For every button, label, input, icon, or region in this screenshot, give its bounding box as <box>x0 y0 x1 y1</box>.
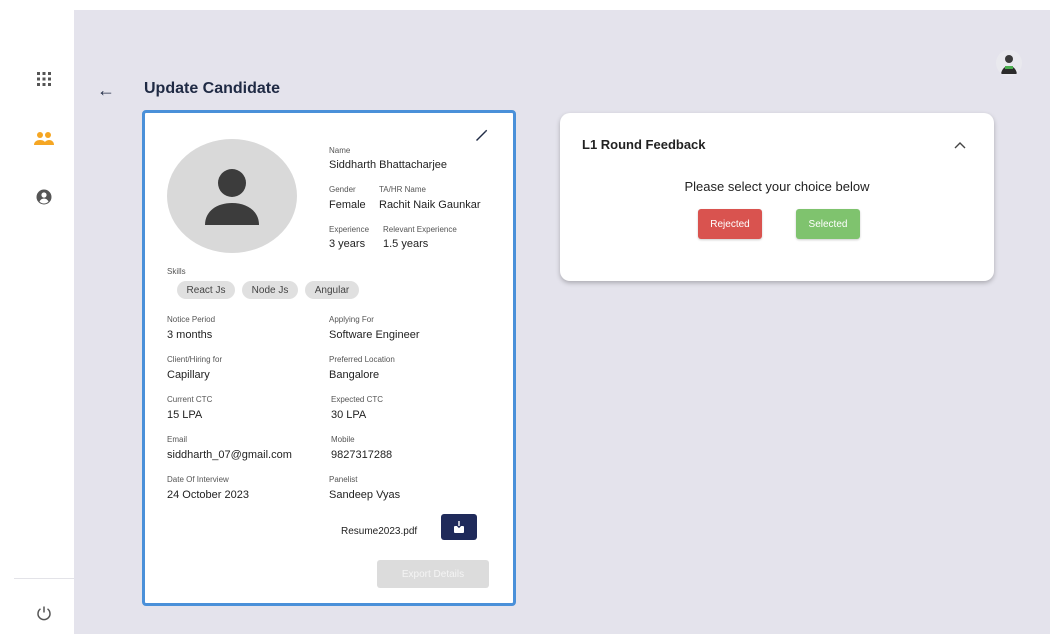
sidebar <box>14 10 74 634</box>
power-icon[interactable] <box>14 598 74 628</box>
mobile-value: 9827317288 <box>331 449 393 461</box>
download-resume-button[interactable] <box>441 514 477 540</box>
notice-period-value: 3 months <box>167 329 213 341</box>
gender-value: Female <box>329 199 366 211</box>
export-details-button[interactable]: Export Details <box>377 560 489 588</box>
client-value: Capillary <box>167 369 210 381</box>
date-of-interview-value: 24 October 2023 <box>167 489 249 501</box>
ta-label: TA/HR Name <box>379 185 426 194</box>
expected-ctc-value: 30 LPA <box>331 409 367 421</box>
panelist-value: Sandeep Vyas <box>329 489 401 501</box>
feedback-prompt: Please select your choice below <box>684 179 870 194</box>
main-content: ← Update Candidate Name Siddharth Bhatta… <box>74 10 1050 634</box>
applying-for-value: Software Engineer <box>329 329 420 341</box>
preferred-location-label: Preferred Location <box>329 355 395 364</box>
name-label: Name <box>329 146 351 155</box>
people-icon[interactable] <box>14 124 74 154</box>
feedback-title: L1 Round Feedback <box>582 137 706 152</box>
selected-button[interactable]: Selected <box>796 209 860 239</box>
notice-period-label: Notice Period <box>167 315 216 324</box>
ta-value: Rachit Naik Gaunkar <box>379 199 481 211</box>
sidebar-divider <box>14 578 74 579</box>
name-value: Siddharth Bhattacharjee <box>329 159 448 171</box>
skill-chip: Node Js <box>242 281 298 299</box>
rejected-button[interactable]: Rejected <box>698 209 762 239</box>
relevant-experience-label: Relevant Experience <box>383 225 457 234</box>
feedback-card: L1 Round Feedback Please select your cho… <box>560 113 994 281</box>
gender-label: Gender <box>329 185 356 194</box>
experience-value: 3 years <box>329 238 366 250</box>
skill-chip: Angular <box>305 281 359 299</box>
relevant-experience-value: 1.5 years <box>383 238 429 250</box>
back-arrow-icon[interactable]: ← <box>96 80 116 100</box>
skills-label: Skills <box>167 267 186 276</box>
email-label: Email <box>167 435 188 444</box>
preferred-location-value: Bangalore <box>329 369 380 381</box>
mobile-label: Mobile <box>331 435 355 444</box>
skill-chip: React Js <box>177 281 235 299</box>
current-ctc-value: 15 LPA <box>167 409 203 421</box>
person-placeholder-icon <box>205 169 259 225</box>
client-label: Client/Hiring for <box>167 355 223 364</box>
apps-grid-icon[interactable] <box>14 64 74 94</box>
expected-ctc-label: Expected CTC <box>331 395 384 404</box>
account-circle-icon[interactable] <box>14 182 74 212</box>
avatar[interactable] <box>996 50 1022 76</box>
edit-icon[interactable] <box>473 127 489 143</box>
email-value: siddharth_07@gmail.com <box>167 449 292 461</box>
resume-filename[interactable]: Resume2023.pdf <box>341 526 417 537</box>
download-icon <box>454 521 464 533</box>
date-of-interview-label: Date Of Interview <box>167 475 229 484</box>
current-ctc-label: Current CTC <box>167 395 213 404</box>
page-title: Update Candidate <box>144 80 281 97</box>
candidate-card: Name Siddharth Bhattacharjee Gender TA/H… <box>142 110 516 606</box>
chevron-up-icon[interactable] <box>950 135 970 155</box>
applying-for-label: Applying For <box>329 315 374 324</box>
panelist-label: Panelist <box>329 475 358 484</box>
candidate-photo <box>167 139 297 253</box>
experience-label: Experience <box>329 225 370 234</box>
